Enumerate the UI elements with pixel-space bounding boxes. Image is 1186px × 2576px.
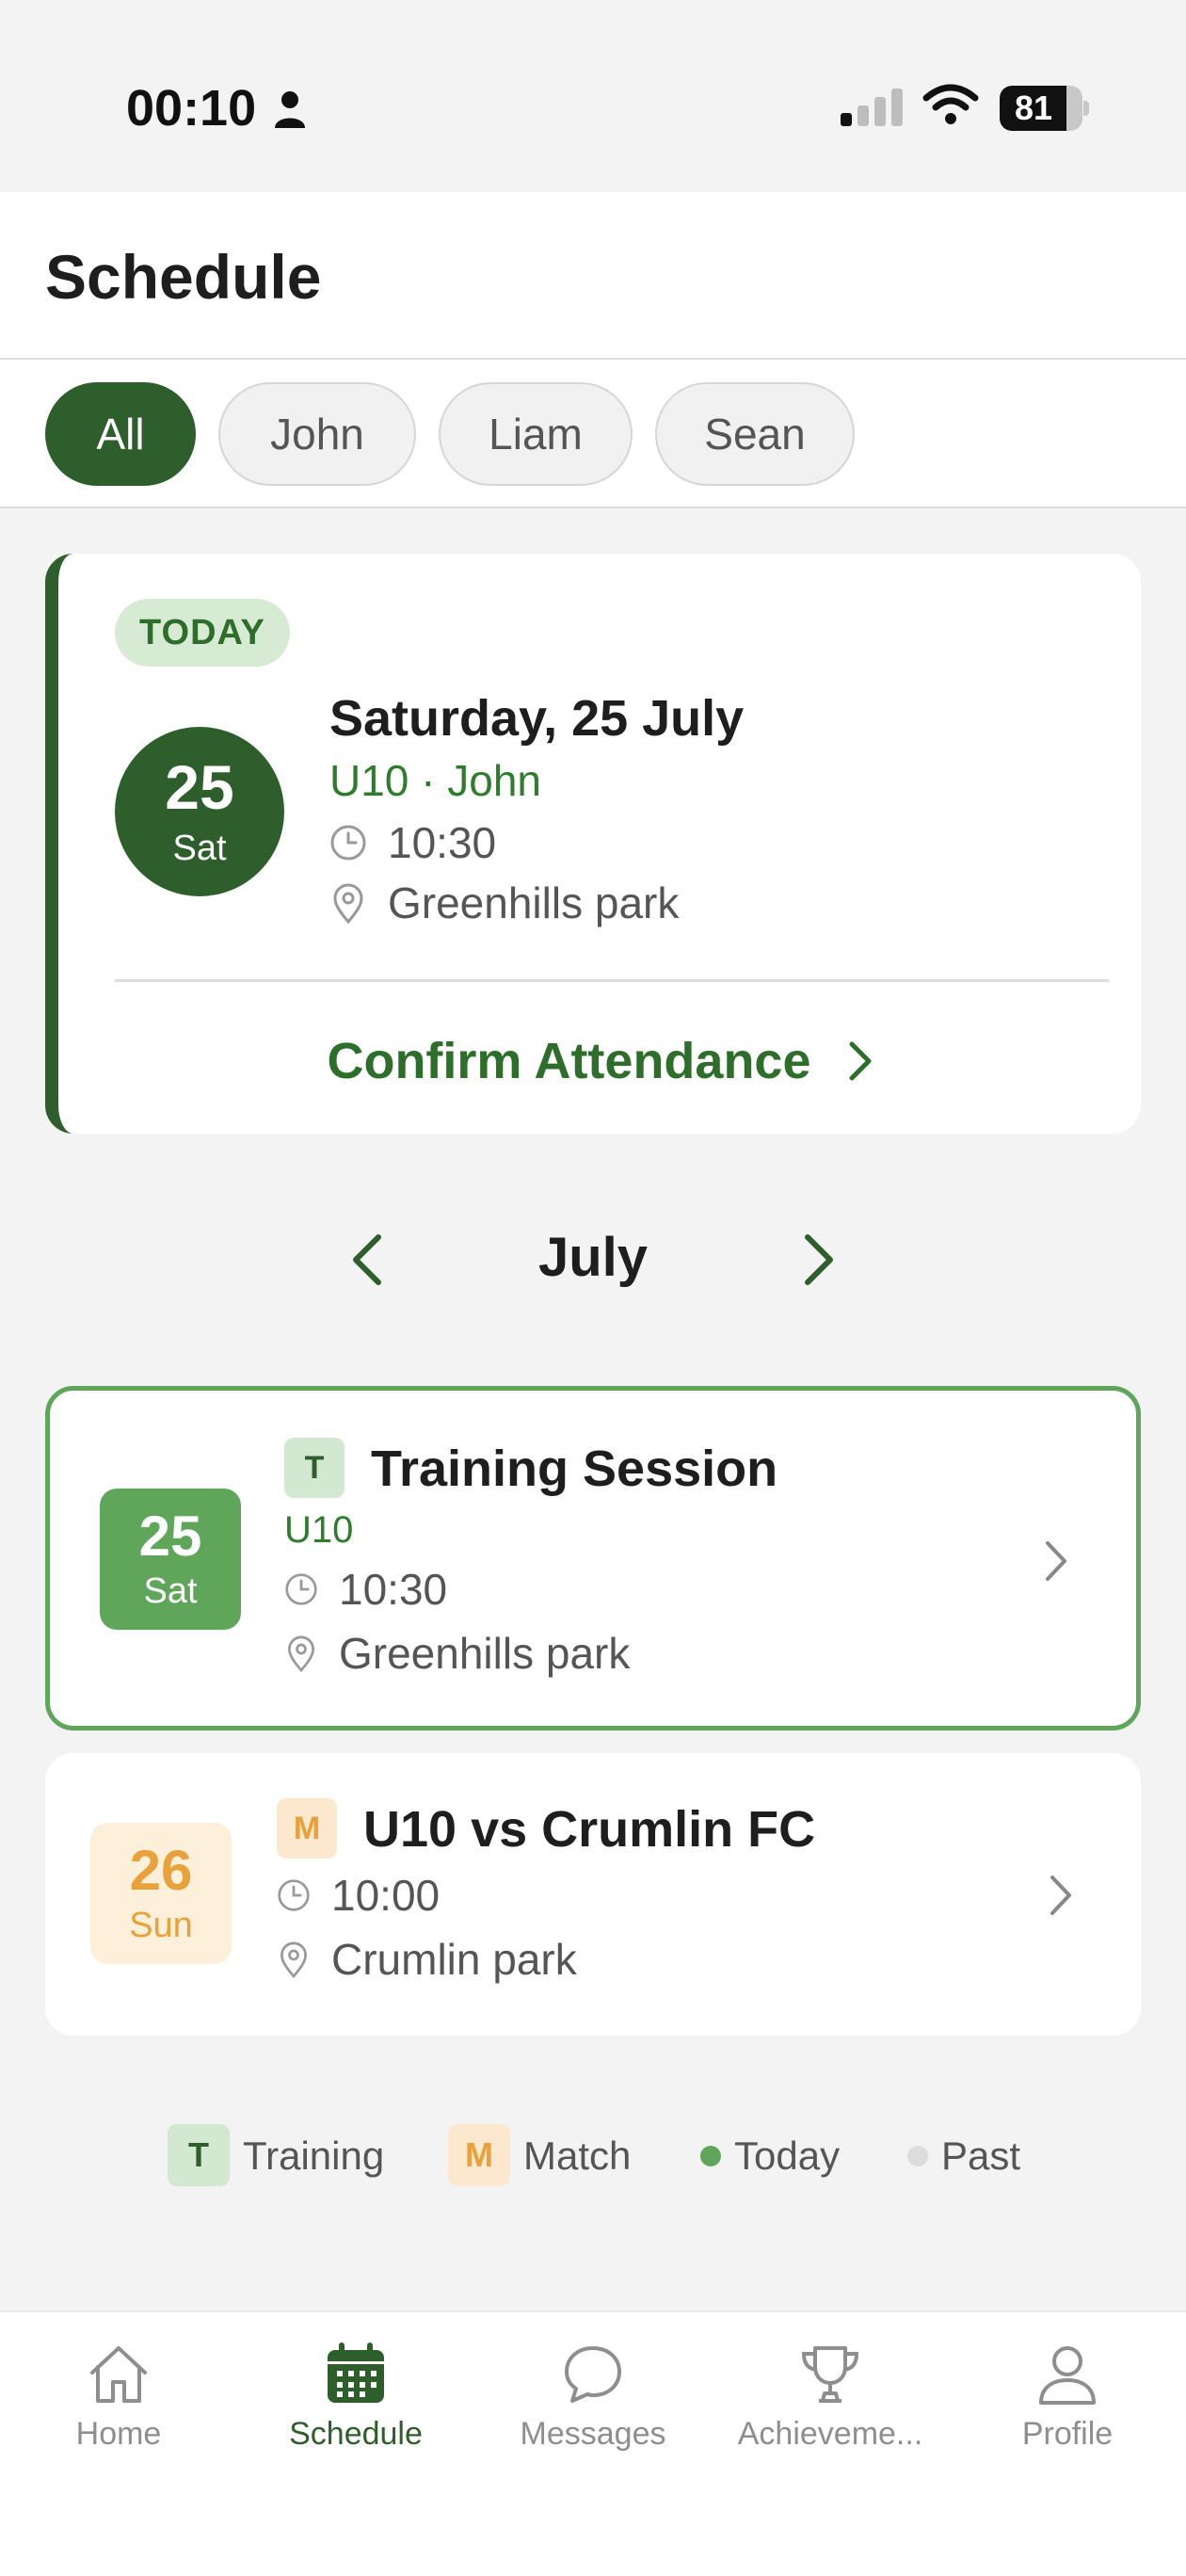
legend-match-label: Match (523, 2133, 632, 2178)
page-title: Schedule (45, 242, 322, 312)
legend-past-label: Past (941, 2133, 1021, 2178)
home-icon (90, 2346, 147, 2403)
tab-achievements-label: Achieveme... (737, 2416, 923, 2452)
legend-training-badge: T (168, 2124, 230, 2186)
event-day-number: 26 (129, 1839, 193, 1902)
filter-chip-john[interactable]: John (218, 382, 416, 486)
trophy-icon (801, 2346, 859, 2403)
legend-training-label: Training (243, 2133, 385, 2178)
tab-home[interactable]: Home (0, 2341, 237, 2482)
today-location: Greenhills park (388, 878, 680, 927)
legend-past-dot (907, 2146, 928, 2166)
location-pin-icon (333, 883, 363, 924)
status-bar: 00:10 81 (0, 0, 1186, 192)
previous-month-button[interactable] (345, 1232, 392, 1288)
filter-chip-liam[interactable]: Liam (439, 382, 633, 486)
calendar-icon (328, 2343, 384, 2403)
event-time: 10:30 (339, 1565, 448, 1614)
event-day-number: 25 (138, 1505, 202, 1568)
event-team: U10 (284, 1509, 354, 1551)
filter-chip-all[interactable]: All (45, 382, 196, 486)
clock-icon (285, 1573, 317, 1605)
event-card-training[interactable]: 25 Sat T Training Session U10 10:30 Gree… (45, 1386, 1141, 1731)
today-badge: TODAY (115, 599, 290, 667)
event-date-badge: 26 Sun (90, 1823, 232, 1964)
wifi-icon (922, 84, 979, 124)
event-time: 10:00 (331, 1871, 441, 1920)
person-icon (1039, 2346, 1096, 2405)
chat-bubble-icon (565, 2346, 621, 2403)
tab-schedule[interactable]: Schedule (237, 2341, 474, 2482)
bottom-tab-bar: Home Schedule Messages Achieveme... Prof… (0, 2310, 1186, 2576)
tab-messages[interactable]: Messages (474, 2341, 712, 2482)
legend-match-badge: M (448, 2124, 510, 2186)
match-type-badge: M (277, 1798, 337, 1859)
clock-icon (278, 1879, 310, 1911)
training-type-badge: T (284, 1438, 345, 1498)
today-day-number: 25 (165, 752, 234, 822)
event-location: Greenhills park (339, 1629, 631, 1678)
event-title: U10 vs Crumlin FC (363, 1801, 816, 1858)
tab-profile[interactable]: Profile (949, 2341, 1186, 2482)
location-pin-icon (288, 1635, 314, 1672)
today-event-card[interactable]: TODAY 25 Sat Saturday, 25 July U10 · Joh… (45, 554, 1141, 1134)
tab-schedule-label: Schedule (289, 2416, 423, 2452)
location-pin-icon (280, 1941, 307, 1978)
chevron-right-icon (1046, 1541, 1066, 1581)
filter-chip-sean[interactable]: Sean (655, 382, 855, 486)
event-location-row: Greenhills park (284, 1628, 630, 1679)
cellular-signal-icon (841, 89, 903, 126)
player-filter-bar: All John Liam Sean (0, 360, 1186, 508)
today-date-label: Saturday, 25 July (329, 690, 745, 747)
event-weekday: Sun (129, 1906, 193, 1945)
tab-profile-label: Profile (1021, 2416, 1114, 2452)
tab-home-label: Home (75, 2416, 162, 2452)
confirm-attendance-button[interactable]: Confirm Attendance (58, 1028, 1141, 1090)
legend-today-dot (700, 2146, 721, 2166)
battery-indicator: 81 (1000, 86, 1089, 131)
page-header: Schedule (0, 192, 1186, 360)
tab-messages-label: Messages (520, 2416, 666, 2452)
event-location: Crumlin park (331, 1935, 577, 1984)
event-date-badge: 25 Sat (100, 1489, 241, 1630)
confirm-attendance-label: Confirm Attendance (327, 1032, 811, 1089)
today-date-circle: 25 Sat (115, 727, 284, 896)
chevron-right-icon (1050, 1876, 1071, 1915)
battery-level-text: 81 (1014, 89, 1053, 127)
legend-today-label: Today (734, 2133, 841, 2178)
today-time: 10:30 (388, 818, 497, 867)
event-weekday: Sat (143, 1571, 198, 1611)
today-location-row: Greenhills park (329, 877, 679, 928)
event-title: Training Session (371, 1441, 778, 1497)
status-time: 00:10 (126, 80, 257, 137)
chevron-right-icon (849, 1041, 872, 1081)
card-divider (115, 979, 1109, 982)
event-time-row: 10:00 (277, 1870, 440, 1921)
today-time-row: 10:30 (329, 817, 496, 868)
event-location-row: Crumlin park (277, 1934, 577, 1985)
event-card-match[interactable]: 26 Sun M U10 vs Crumlin FC 10:00 Crumlin… (45, 1753, 1141, 2036)
today-weekday: Sat (172, 829, 227, 868)
today-team-label: U10 · John (329, 756, 542, 805)
clock-icon (330, 825, 366, 861)
month-label: July (537, 1227, 649, 1288)
person-status-icon (275, 91, 305, 128)
event-time-row: 10:30 (284, 1564, 447, 1615)
tab-achievements[interactable]: Achieveme... (712, 2341, 949, 2482)
schedule-legend: T Training M Match Today Past (0, 2124, 1186, 2190)
next-month-button[interactable] (794, 1232, 841, 1288)
